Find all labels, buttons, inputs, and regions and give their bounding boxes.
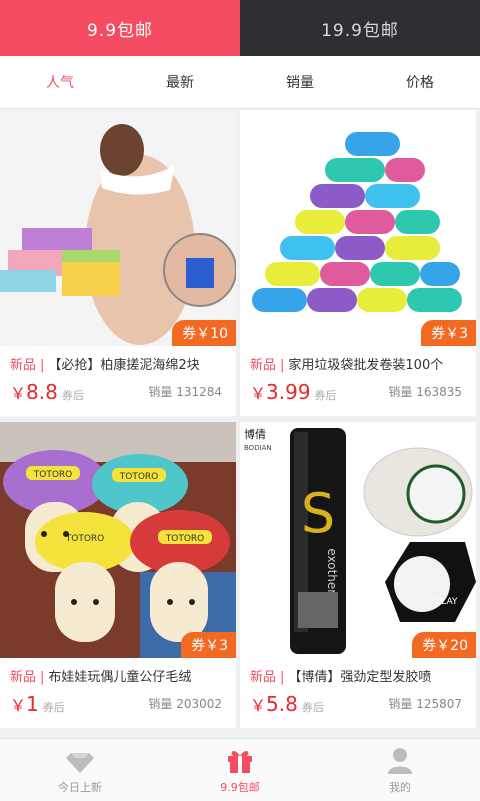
currency-symbol: ￥ — [10, 696, 27, 715]
brand-logo-en: BODIAN — [244, 444, 272, 452]
price-value: 5.8 — [266, 692, 298, 716]
product-card[interactable]: TOTORO TOTORO TOTORO TOTORO 券￥3 新品 | 布娃娃玩偶… — [0, 422, 236, 728]
coupon-badge: 券￥10 — [172, 320, 236, 346]
price-row: ￥5.8 券后 销量 125807 — [250, 690, 466, 718]
price: ￥8.8 券后 — [10, 380, 84, 404]
product-card[interactable]: 博倩 BODIAN S exothermic CLAY 券￥20 新品 | 【博倩】… — [240, 422, 476, 728]
price-note: 券后 — [301, 701, 324, 714]
nav-label: 我的 — [389, 781, 411, 794]
new-tag: 新品 — [10, 358, 37, 373]
price-note: 券后 — [61, 389, 84, 402]
separator: | — [40, 358, 45, 373]
product-title-row[interactable]: 新品 | 【必抢】柏康搓泥海绵2块 — [10, 354, 230, 373]
product-title-row[interactable]: 新品 | 布娃娃玩偶儿童公仔毛绒 — [10, 666, 230, 685]
sort-price[interactable]: 价格 — [360, 56, 480, 108]
currency-symbol: ￥ — [10, 384, 27, 403]
price-value: 1 — [26, 692, 39, 716]
sales-count: 销量 203002 — [148, 697, 222, 711]
price-row: ￥8.8 券后 销量 131284 — [10, 378, 226, 406]
product-image-plush-toy[interactable]: TOTORO TOTORO TOTORO TOTORO 券￥3 — [0, 422, 236, 658]
nav-9-9-shipping[interactable]: 9.9包邮 — [160, 739, 320, 801]
diamond-icon — [66, 753, 94, 773]
sales-count: 销量 125807 — [388, 697, 462, 711]
plush-label: TOTORO — [65, 534, 105, 544]
price-row: ￥3.99 券后 销量 163835 — [250, 378, 466, 406]
coupon-badge: 券￥20 — [412, 632, 476, 658]
product-image-hair-spray[interactable]: 博倩 BODIAN S exothermic CLAY 券￥20 — [240, 422, 476, 658]
clay-label: CLAY — [435, 597, 458, 607]
coupon-badge: 券￥3 — [181, 632, 236, 658]
sort-sales[interactable]: 销量 — [240, 56, 360, 108]
sales-count: 销量 131284 — [148, 385, 222, 399]
currency-symbol: ￥ — [250, 696, 267, 715]
product-card[interactable]: 券￥3 新品 | 家用垃圾袋批发卷装100个 ￥3.99 券后 销量 163835 — [240, 110, 476, 416]
brand-logo-cn: 博倩 — [244, 428, 266, 441]
nav-label: 9.9包邮 — [220, 781, 260, 794]
product-image-sponge[interactable]: 券￥10 — [0, 110, 236, 346]
product-card[interactable]: 券￥10 新品 | 【必抢】柏康搓泥海绵2块 ￥8.8 券后 销量 131284 — [0, 110, 236, 416]
new-tag: 新品 — [10, 670, 37, 685]
product-title: 【必抢】柏康搓泥海绵2块 — [48, 358, 200, 373]
price-note: 券后 — [42, 701, 65, 714]
nav-label: 今日上新 — [58, 781, 102, 794]
plush-label: TOTORO — [119, 472, 159, 482]
nav-today-new[interactable]: 今日上新 — [0, 739, 160, 801]
tab-9-9-free-shipping[interactable]: 9.9包邮 — [0, 0, 240, 56]
separator: | — [280, 358, 285, 373]
product-title: 【博倩】强劲定型发胶喷 — [288, 670, 432, 685]
price-note: 券后 — [314, 389, 337, 402]
sort-popularity[interactable]: 人气 — [0, 56, 120, 108]
price: ￥3.99 券后 — [250, 380, 337, 404]
tab-19-9-free-shipping[interactable]: 19.9包邮 — [240, 0, 480, 56]
product-image-garbage-bags[interactable]: 券￥3 — [240, 110, 476, 346]
sort-bar: 人气 最新 销量 价格 — [0, 56, 480, 109]
top-tab-bar: 9.9包邮 19.9包邮 — [0, 0, 480, 56]
gift-icon — [228, 751, 252, 773]
price: ￥5.8 券后 — [250, 692, 324, 716]
sort-newest[interactable]: 最新 — [120, 56, 240, 108]
price-value: 3.99 — [266, 380, 311, 404]
currency-symbol: ￥ — [250, 384, 267, 403]
price-row: ￥1 券后 销量 203002 — [10, 690, 226, 718]
product-title-row[interactable]: 新品 | 家用垃圾袋批发卷装100个 — [250, 354, 470, 373]
coupon-badge: 券￥3 — [421, 320, 476, 346]
new-tag: 新品 — [250, 358, 277, 373]
bottom-nav: 今日上新 9.9包邮 我的 — [0, 738, 480, 801]
sales-count: 销量 163835 — [388, 385, 462, 399]
separator: | — [40, 670, 45, 685]
user-icon — [388, 748, 412, 774]
svg-text:S: S — [301, 482, 335, 545]
new-tag: 新品 — [250, 670, 277, 685]
price-value: 8.8 — [26, 380, 58, 404]
plush-label: TOTORO — [165, 534, 205, 544]
product-title-row[interactable]: 新品 | 【博倩】强劲定型发胶喷 — [250, 666, 470, 685]
plush-label: TOTORO — [33, 470, 73, 480]
price: ￥1 券后 — [10, 692, 65, 716]
separator: | — [280, 670, 285, 685]
product-title: 布娃娃玩偶儿童公仔毛绒 — [48, 670, 192, 685]
product-title: 家用垃圾袋批发卷装100个 — [288, 358, 444, 373]
nav-mine[interactable]: 我的 — [320, 739, 480, 801]
